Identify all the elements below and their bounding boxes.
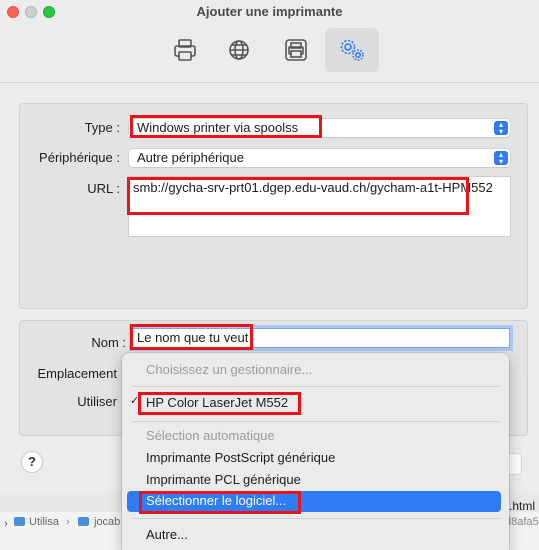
menu-separator: [132, 421, 499, 422]
toolbar-windows-printer-button[interactable]: [269, 28, 323, 72]
url-field-value: smb://gycha-srv-prt01.dgep.edu-vaud.ch/g…: [133, 180, 493, 195]
url-label: URL :: [87, 181, 120, 196]
chevron-updown-icon: ▴ ▾: [494, 121, 508, 136]
folder-icon: [14, 517, 25, 526]
breadcrumb-chevron: ›: [4, 518, 8, 530]
menu-item-other[interactable]: Autre...: [146, 525, 188, 545]
toolbar-default-printer-button[interactable]: [158, 28, 212, 72]
device-select[interactable]: Autre périphérique ▴ ▾: [129, 149, 510, 167]
window-titlebar: Ajouter une imprimante: [0, 0, 539, 83]
url-field[interactable]: smb://gycha-srv-prt01.dgep.edu-vaud.ch/g…: [128, 176, 511, 237]
path-item[interactable]: jocab: [94, 516, 120, 528]
menu-separator: [132, 518, 499, 519]
type-label: Type :: [84, 120, 120, 135]
checkmark-icon: ✓: [130, 395, 140, 407]
chevron-updown-icon: ▴ ▾: [494, 151, 508, 166]
menu-header: Choisissez un gestionnaire...: [146, 362, 313, 377]
toolbar-advanced-button[interactable]: [325, 28, 379, 72]
toolbar-ip-printer-button[interactable]: [212, 28, 266, 72]
globe-icon: [229, 40, 249, 60]
device-settings-panel: Type : Windows printer via spoolss ▴ ▾ Pé…: [19, 103, 528, 309]
driver-popup-menu: Choisissez un gestionnaire... ✓ HP Color…: [122, 353, 509, 550]
menu-item-hp-color-laserjet[interactable]: HP Color LaserJet M552: [146, 393, 288, 413]
type-select-value: Windows printer via spoolss: [137, 120, 299, 135]
menu-item-generic-pcl[interactable]: Imprimante PCL générique: [146, 470, 301, 490]
menu-separator: [132, 386, 499, 387]
printer-name-input[interactable]: Le nom que tu veut: [132, 328, 510, 348]
folder-icon: [78, 517, 89, 526]
printer-name-value: Le nom que tu veut: [137, 330, 249, 345]
menu-item-select-software[interactable]: Sélectionner le logiciel...: [146, 491, 286, 511]
use-label: Utiliser: [77, 394, 117, 409]
help-button[interactable]: ?: [21, 451, 43, 473]
menu-item-generic-postscript[interactable]: Imprimante PostScript générique: [146, 448, 335, 468]
printer-icon: [174, 39, 196, 61]
device-label: Périphérique :: [39, 150, 120, 165]
gears-icon: [340, 39, 364, 61]
device-select-value: Autre périphérique: [137, 150, 244, 165]
location-label: Emplacement: [37, 366, 117, 381]
printer-box-icon: [285, 39, 307, 61]
file-name-fragment: .html: [509, 499, 536, 513]
path-item[interactable]: Utilisa: [29, 516, 59, 528]
type-select[interactable]: Windows printer via spoolss ▴ ▾: [129, 119, 510, 137]
name-label: Nom :: [91, 335, 126, 350]
hash-fragment: d8afa5: [505, 516, 539, 528]
window-title: Ajouter une imprimante: [196, 4, 343, 19]
menu-item-auto-select: Sélection automatique: [146, 428, 275, 443]
